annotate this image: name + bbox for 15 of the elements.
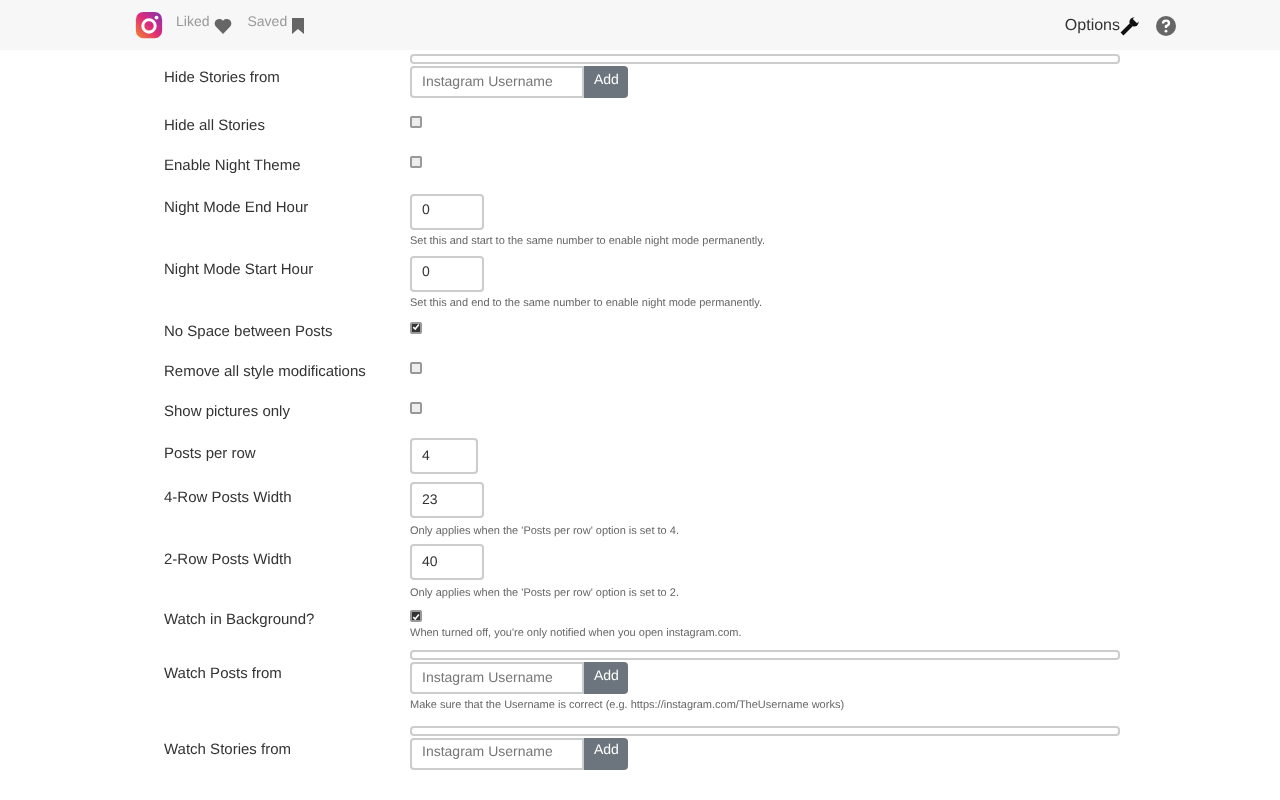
help-icon[interactable] [1156, 15, 1176, 35]
list-box[interactable] [410, 650, 1120, 661]
list-box[interactable] [410, 725, 1120, 735]
heart-icon [213, 17, 232, 33]
list-box[interactable] [410, 54, 1120, 64]
wrench-icon [1120, 15, 1140, 35]
checkbox[interactable] [410, 321, 422, 333]
checkbox[interactable] [410, 156, 422, 168]
checkbox[interactable] [410, 361, 422, 373]
options-link[interactable]: Options [1064, 13, 1120, 37]
checkbox[interactable] [410, 401, 422, 413]
bookmark-icon [291, 17, 304, 33]
checkbox[interactable] [410, 610, 422, 622]
camera-logo-icon[interactable] [134, 10, 164, 40]
checkbox[interactable] [410, 116, 422, 128]
